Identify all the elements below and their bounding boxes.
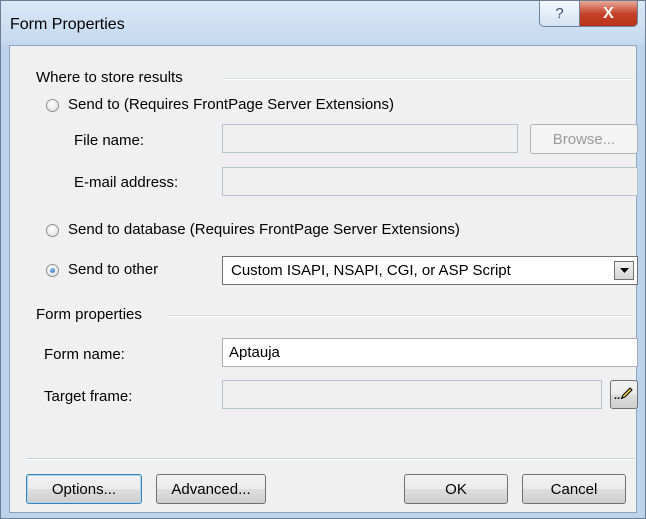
store-results-group-label: Where to store results (36, 69, 183, 86)
file-name-label: File name: (74, 132, 145, 149)
send-to-database-label[interactable]: Send to database (Requires FrontPage Ser… (68, 221, 460, 238)
pencil-icon (621, 387, 633, 399)
ok-button[interactable]: OK (404, 474, 508, 504)
send-to-other-label[interactable]: Send to other (68, 261, 158, 278)
email-address-label: E-mail address: (74, 174, 179, 191)
help-icon: ? (555, 5, 564, 22)
send-to-label[interactable]: Send to (Requires FrontPage Server Exten… (68, 96, 394, 113)
options-button[interactable]: Options... (26, 474, 142, 504)
cancel-button[interactable]: Cancel (522, 474, 626, 504)
send-to-database-radio[interactable] (46, 224, 59, 237)
form-properties-divider (166, 315, 634, 317)
title-bar[interactable]: Form Properties ? X (1, 1, 645, 45)
advanced-button[interactable]: Advanced... (156, 474, 266, 504)
help-button[interactable]: ? (539, 1, 580, 27)
window-title: Form Properties (10, 16, 125, 33)
form-name-label: Form name: (44, 346, 125, 363)
close-button[interactable]: X (579, 1, 638, 27)
file-name-field[interactable] (222, 124, 518, 153)
form-name-field[interactable] (222, 338, 638, 367)
dialog-body: Where to store results Send to (Requires… (9, 45, 638, 513)
send-to-other-radio[interactable] (46, 264, 59, 277)
close-icon: X (603, 4, 614, 22)
form-properties-dialog: Form Properties ? X Where to store resul… (0, 0, 646, 519)
send-to-radio[interactable] (46, 99, 59, 112)
store-results-divider (222, 78, 634, 80)
browse-button[interactable]: Browse... (530, 124, 638, 154)
script-type-dropdown[interactable]: Custom ISAPI, NSAPI, CGI, or ASP Script (222, 256, 638, 285)
bottom-divider (26, 458, 634, 460)
form-properties-group-label: Form properties (36, 306, 142, 323)
email-address-field[interactable] (222, 167, 638, 196)
target-frame-button[interactable]: ... (610, 380, 638, 409)
target-frame-label: Target frame: (44, 388, 133, 405)
target-frame-field[interactable] (222, 380, 602, 409)
chevron-down-icon[interactable] (614, 261, 634, 280)
script-type-value: Custom ISAPI, NSAPI, CGI, or ASP Script (231, 262, 511, 279)
